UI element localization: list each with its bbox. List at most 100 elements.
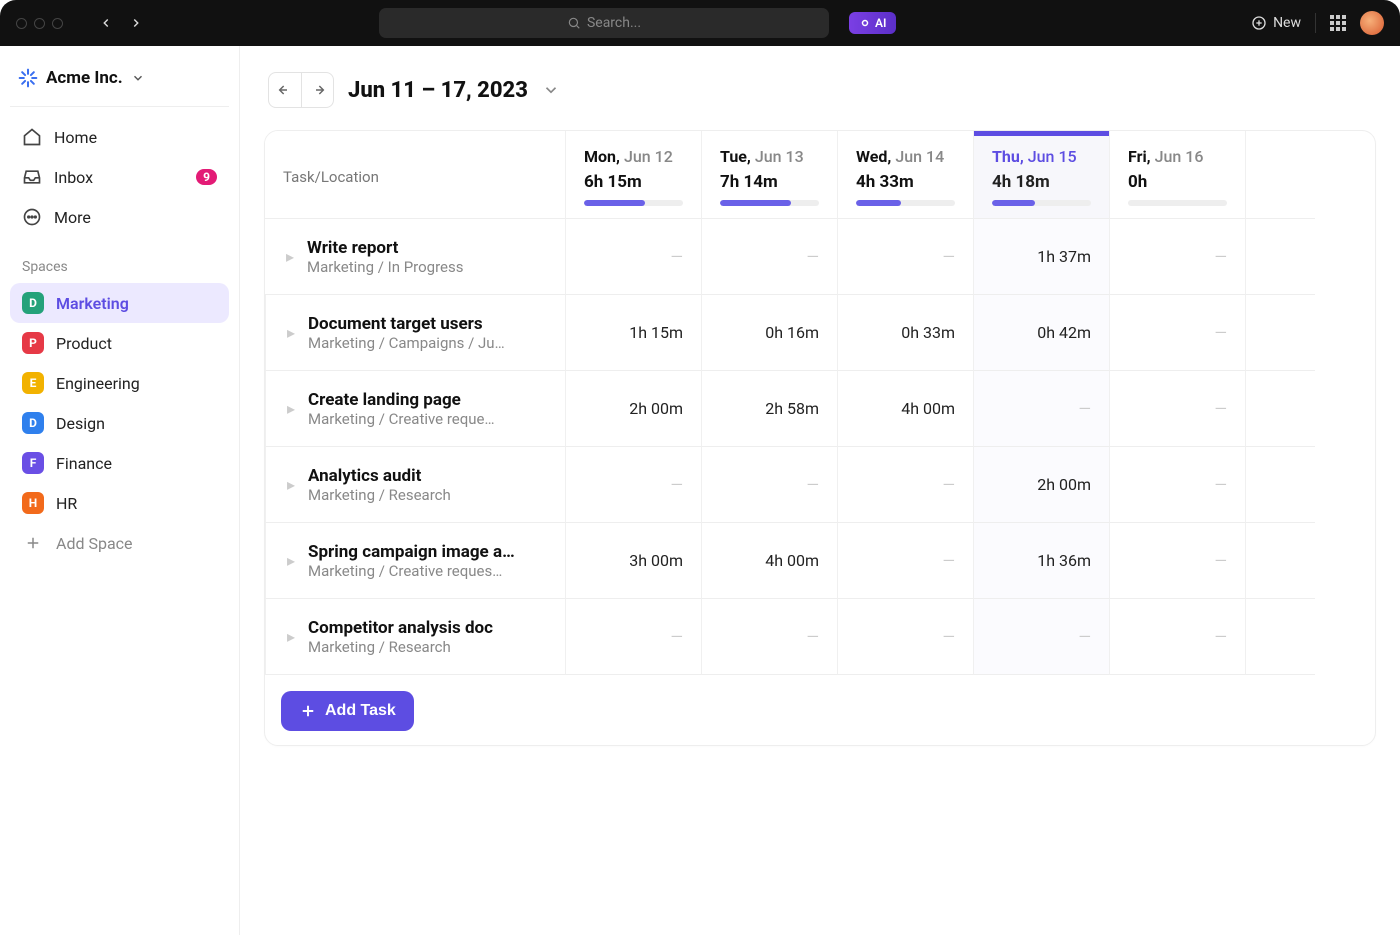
task-row[interactable]: ▸ Competitor analysis doc Marketing / Re… <box>265 599 565 675</box>
time-cell[interactable]: — <box>837 219 973 295</box>
task-column-header: Task/Location <box>265 131 565 219</box>
space-item-design[interactable]: D Design <box>10 403 229 443</box>
time-cell[interactable]: — <box>701 599 837 675</box>
time-cell-overflow <box>1245 447 1315 523</box>
task-row[interactable]: ▸ Document target users Marketing / Camp… <box>265 295 565 371</box>
sidebar-item-more[interactable]: More <box>10 197 229 237</box>
time-cell-overflow <box>1245 295 1315 371</box>
time-cell[interactable]: — <box>973 371 1109 447</box>
date-prev-button[interactable] <box>269 73 301 107</box>
time-cell[interactable]: 1h 37m <box>973 219 1109 295</box>
time-cell[interactable]: — <box>1109 523 1245 599</box>
space-icon: F <box>22 452 44 474</box>
date-range-controls: Jun 11 – 17, 2023 <box>268 72 1376 108</box>
ai-button[interactable]: AI <box>849 12 896 34</box>
space-icon: E <box>22 372 44 394</box>
space-item-finance[interactable]: F Finance <box>10 443 229 483</box>
time-cell[interactable]: 1h 15m <box>565 295 701 371</box>
task-row[interactable]: ▸ Create landing page Marketing / Creati… <box>265 371 565 447</box>
task-path: Marketing / Campaigns / Ju… <box>308 334 505 352</box>
day-column-header[interactable]: Fri, Jun 16 0h <box>1109 131 1245 219</box>
workspace-switcher[interactable]: Acme Inc. <box>10 60 229 107</box>
task-name: Competitor analysis doc <box>308 618 493 638</box>
day-column-header[interactable]: Tue, Jun 13 7h 14m <box>701 131 837 219</box>
time-cell[interactable]: 1h 36m <box>973 523 1109 599</box>
space-icon: D <box>22 412 44 434</box>
caret-right-icon[interactable]: ▸ <box>284 551 298 570</box>
time-cell[interactable]: 2h 00m <box>973 447 1109 523</box>
home-icon <box>22 127 42 147</box>
close-window-icon[interactable] <box>16 18 27 29</box>
timesheet-panel: Task/Location Mon, Jun 12 6h 15m Tue, Ju… <box>264 130 1376 746</box>
chevron-down-icon[interactable] <box>542 81 560 99</box>
avatar[interactable] <box>1360 11 1384 35</box>
time-cell[interactable]: 3h 00m <box>565 523 701 599</box>
sidebar-item-label: Inbox <box>54 168 93 187</box>
task-name: Write report <box>307 238 463 258</box>
caret-right-icon[interactable]: ▸ <box>284 399 298 418</box>
time-cell[interactable]: — <box>1109 371 1245 447</box>
space-item-product[interactable]: P Product <box>10 323 229 363</box>
time-cell[interactable]: 2h 00m <box>565 371 701 447</box>
day-column-header[interactable]: Thu, Jun 15 4h 18m <box>973 131 1109 219</box>
titlebar: Search... AI New <box>0 0 1400 46</box>
maximize-window-icon[interactable] <box>52 18 63 29</box>
space-icon: H <box>22 492 44 514</box>
sidebar: Acme Inc. Home Inbox 9 More Spaces D Mar… <box>0 46 240 935</box>
sidebar-item-label: More <box>54 208 91 227</box>
date-range-label: Jun 11 – 17, 2023 <box>348 78 528 103</box>
time-cell[interactable]: — <box>1109 447 1245 523</box>
space-label: Finance <box>56 454 112 473</box>
time-cell[interactable]: — <box>565 219 701 295</box>
task-row[interactable]: ▸ Analytics audit Marketing / Research <box>265 447 565 523</box>
task-name: Create landing page <box>308 390 495 410</box>
time-cell[interactable]: 0h 16m <box>701 295 837 371</box>
time-cell[interactable]: — <box>565 447 701 523</box>
time-cell[interactable]: — <box>701 447 837 523</box>
time-cell[interactable]: 2h 58m <box>701 371 837 447</box>
nav-back-icon[interactable] <box>93 10 119 36</box>
time-cell[interactable]: 4h 00m <box>837 371 973 447</box>
apps-grid-icon[interactable] <box>1330 15 1346 31</box>
task-row[interactable]: ▸ Write report Marketing / In Progress <box>265 219 565 295</box>
time-cell[interactable]: — <box>1109 295 1245 371</box>
time-cell[interactable]: — <box>1109 219 1245 295</box>
logo-icon <box>18 68 38 88</box>
time-cell[interactable]: 0h 33m <box>837 295 973 371</box>
time-cell[interactable]: — <box>837 599 973 675</box>
caret-right-icon[interactable]: ▸ <box>284 627 298 646</box>
caret-right-icon[interactable]: ▸ <box>284 323 298 342</box>
new-button[interactable]: New <box>1251 15 1301 31</box>
caret-right-icon[interactable]: ▸ <box>283 247 297 266</box>
add-task-button[interactable]: Add Task <box>281 691 414 731</box>
date-next-button[interactable] <box>301 73 333 107</box>
space-item-hr[interactable]: H HR <box>10 483 229 523</box>
sidebar-item-inbox[interactable]: Inbox 9 <box>10 157 229 197</box>
day-column-header[interactable]: Wed, Jun 14 4h 33m <box>837 131 973 219</box>
search-input[interactable]: Search... <box>379 8 829 38</box>
task-path: Marketing / Creative reques… <box>308 562 515 580</box>
space-item-engineering[interactable]: E Engineering <box>10 363 229 403</box>
time-cell[interactable]: 4h 00m <box>701 523 837 599</box>
plus-icon <box>299 702 317 720</box>
space-item-marketing[interactable]: D Marketing <box>10 283 229 323</box>
sidebar-item-home[interactable]: Home <box>10 117 229 157</box>
time-cell[interactable]: — <box>837 523 973 599</box>
caret-right-icon[interactable]: ▸ <box>284 475 298 494</box>
space-icon: P <box>22 332 44 354</box>
time-cell[interactable]: 0h 42m <box>973 295 1109 371</box>
add-task-label: Add Task <box>325 702 396 720</box>
time-cell-overflow <box>1245 523 1315 599</box>
time-cell[interactable]: — <box>565 599 701 675</box>
add-space-button[interactable]: Add Space <box>10 523 229 563</box>
minimize-window-icon[interactable] <box>34 18 45 29</box>
time-cell[interactable]: — <box>973 599 1109 675</box>
history-nav <box>93 10 149 36</box>
day-column-header[interactable]: Mon, Jun 12 6h 15m <box>565 131 701 219</box>
task-row[interactable]: ▸ Spring campaign image a… Marketing / C… <box>265 523 565 599</box>
time-cell[interactable]: — <box>837 447 973 523</box>
time-cell[interactable]: — <box>1109 599 1245 675</box>
time-cell[interactable]: — <box>701 219 837 295</box>
nav-forward-icon[interactable] <box>123 10 149 36</box>
day-column-header-overflow <box>1245 131 1315 219</box>
